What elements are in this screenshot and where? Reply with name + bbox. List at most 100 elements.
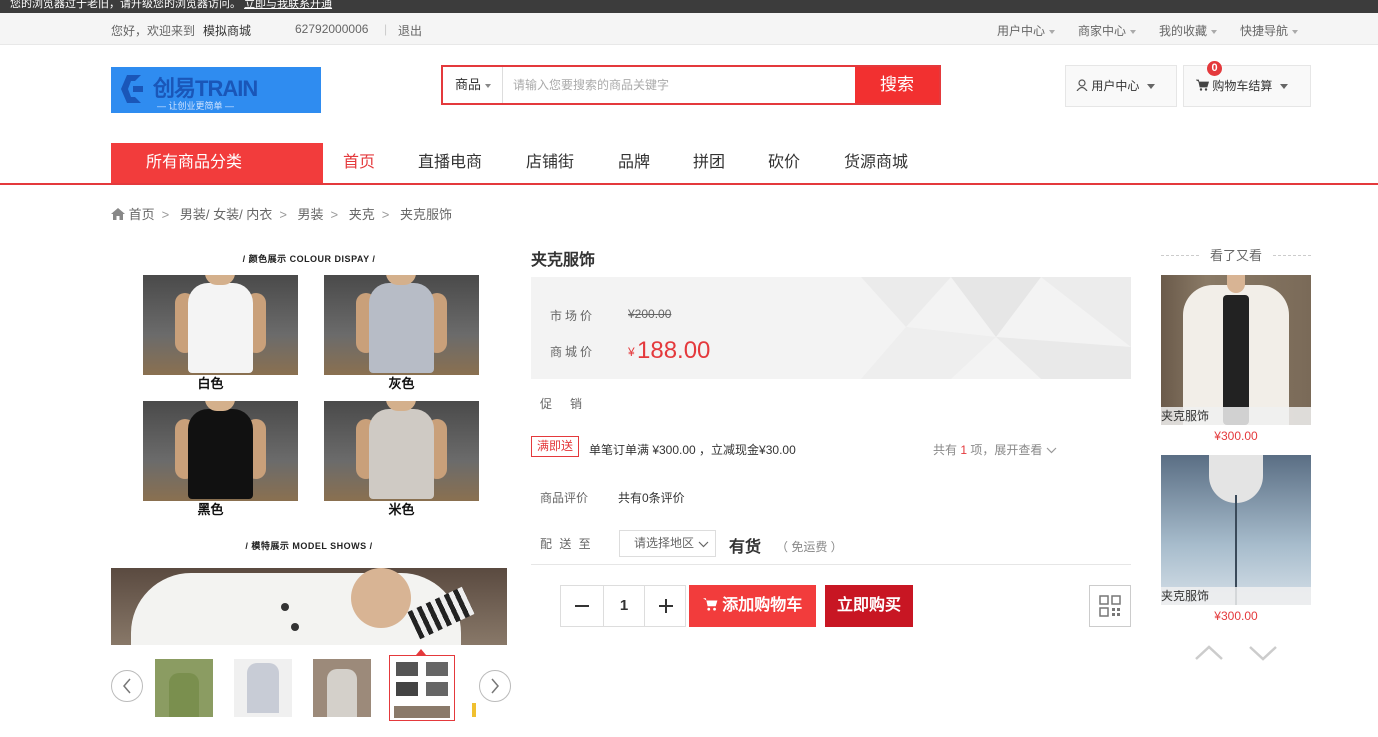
review-count-link[interactable]: 共有0条评价 xyxy=(618,489,685,506)
logo-mark-icon xyxy=(121,75,143,103)
thumbnail-selected-indicator xyxy=(416,649,426,655)
caret-down-icon xyxy=(1280,84,1289,90)
quantity-increase-button[interactable] xyxy=(645,586,687,626)
qr-code-icon xyxy=(1099,595,1121,617)
nav-source-mall[interactable]: 货源商城 xyxy=(844,143,908,183)
breadcrumb-separator: > xyxy=(381,207,390,222)
home-icon xyxy=(111,208,125,220)
market-price-label: 市场价 xyxy=(550,309,596,323)
region-select-label: 请选择地区 xyxy=(634,536,695,550)
search-input[interactable] xyxy=(503,67,857,103)
search-category-label: 商品 xyxy=(455,77,482,92)
caret-down-icon xyxy=(1049,29,1056,34)
logout-link[interactable]: 退出 xyxy=(398,22,422,39)
sidebar-scroll-down-button[interactable] xyxy=(1248,641,1278,665)
model-photo xyxy=(111,568,507,645)
product-main-image[interactable]: / 颜色展示 COLOUR DISPAY / 白色 灰色 黑色 米色 / 模特展… xyxy=(111,243,507,645)
buy-now-button[interactable]: 立即购买 xyxy=(825,585,913,627)
breadcrumb-category[interactable]: 男装/ 女装/ 内衣 xyxy=(180,207,272,222)
review-label: 商品评价 xyxy=(540,491,589,505)
region-select[interactable]: 请选择地区 xyxy=(619,530,716,557)
minus-icon xyxy=(575,605,589,607)
user-center-button[interactable]: 用户中心 xyxy=(1065,65,1177,107)
chevron-up-icon xyxy=(1195,645,1223,660)
shipping-note: （ 免运费 ） xyxy=(776,540,843,554)
quantity-input[interactable]: 1 xyxy=(603,586,645,626)
nav-home[interactable]: 首页 xyxy=(343,143,375,183)
search-category-select[interactable]: 商品 xyxy=(443,67,503,103)
breadcrumb-home[interactable]: 首页 xyxy=(129,207,155,222)
chevron-down-icon xyxy=(1046,447,1057,454)
caret-down-icon xyxy=(1211,29,1218,34)
color-label: 米色 xyxy=(388,502,415,517)
thumbnail-green[interactable] xyxy=(155,659,213,717)
caret-down-icon xyxy=(485,83,492,88)
breadcrumb-current: 夹克服饰 xyxy=(400,207,453,222)
user-center-label: 用户中心 xyxy=(1091,79,1140,93)
sidebar-scroll-up-button[interactable] xyxy=(1194,641,1224,665)
divider xyxy=(531,564,1131,565)
breadcrumb-separator: > xyxy=(330,207,339,222)
product-title: 夹克服饰 xyxy=(531,252,596,269)
thumbnail-partial xyxy=(472,703,476,717)
greeting-text: 您好，欢迎来到 xyxy=(111,24,196,38)
sidebar-item-image[interactable] xyxy=(1161,455,1311,605)
quantity-decrease-button[interactable] xyxy=(561,586,603,626)
add-to-cart-button[interactable]: 添加购物车 xyxy=(689,585,816,627)
color-label: 灰色 xyxy=(388,376,415,391)
top-bar: 您好，欢迎来到 模拟商城 62792000006 | 退出 用户中心 商家中心 … xyxy=(0,13,1378,45)
promo-tag: 满即送 xyxy=(531,436,580,457)
thumbnail-prev-button[interactable] xyxy=(111,670,143,702)
promo-more-prefix: 共有 xyxy=(933,443,958,457)
topmenu-quick-nav[interactable]: 快捷导航 xyxy=(1240,22,1299,39)
breadcrumb-separator: > xyxy=(161,207,170,222)
user-icon xyxy=(1076,79,1088,92)
topmenu-merchant-center[interactable]: 商家中心 xyxy=(1078,22,1137,39)
notice-link[interactable]: 立即与我联系开通 xyxy=(244,0,332,10)
cart-button[interactable]: 购物车结算 xyxy=(1183,65,1311,107)
color-label: 黑色 xyxy=(197,502,224,517)
nav-group-buy[interactable]: 拼团 xyxy=(693,143,725,183)
sidebar-item-price: ¥300.00 xyxy=(1214,609,1258,623)
sidebar-title: 看了又看 xyxy=(1161,245,1311,264)
topmenu-label: 商家中心 xyxy=(1078,24,1127,38)
nav-bargain[interactable]: 砍价 xyxy=(768,143,800,183)
nav-live-commerce[interactable]: 直播电商 xyxy=(418,143,482,183)
all-categories-button[interactable]: 所有商品分类 xyxy=(111,143,323,183)
qr-code-button[interactable] xyxy=(1089,585,1131,627)
model-display-heading: / 模特展示 MODEL SHOWS / xyxy=(245,541,373,551)
thumbnail-beige[interactable] xyxy=(313,659,371,717)
promo-expand-link[interactable]: 共有 1 项，展开查看 xyxy=(933,441,1057,458)
sidebar-item-name[interactable]: 夹克服饰 xyxy=(1161,587,1311,605)
thumbnail-next-button[interactable] xyxy=(479,670,511,702)
logo-slogan: — 让创业更简单 — xyxy=(157,101,235,111)
breadcrumb-subcategory[interactable]: 男装 xyxy=(298,207,324,222)
sidebar-item-name[interactable]: 夹克服饰 xyxy=(1161,407,1311,425)
thumbnail-gray[interactable] xyxy=(234,659,292,717)
topmenu-favorites[interactable]: 我的收藏 xyxy=(1159,22,1218,39)
chevron-left-icon xyxy=(123,678,131,694)
stock-status: 有货 xyxy=(729,539,762,556)
color-swatch-white xyxy=(143,275,298,375)
sidebar-item-price: ¥300.00 xyxy=(1214,429,1258,443)
promo-text: 单笔订单满 ¥300.00 ，立减现金¥30.00 xyxy=(589,443,796,457)
chevron-right-icon xyxy=(491,678,499,694)
site-logo[interactable]: 创易TRAIN — 让创业更简单 — xyxy=(111,67,321,113)
sidebar-item-image[interactable] xyxy=(1161,275,1311,425)
topmenu-user-center[interactable]: 用户中心 xyxy=(997,22,1056,39)
chevron-down-icon xyxy=(698,541,709,548)
notice-text: 您的浏览器过于老旧，请升级您的浏览器访问。 xyxy=(10,0,241,10)
color-display-heading: / 颜色展示 COLOUR DISPAY / xyxy=(242,254,376,264)
search-button[interactable]: 搜索 xyxy=(855,67,939,103)
nav-shop-street[interactable]: 店铺街 xyxy=(526,143,574,183)
thumbnail-colors-selected[interactable] xyxy=(389,655,455,721)
cart-label: 购物车结算 xyxy=(1212,79,1273,93)
nav-brand[interactable]: 品牌 xyxy=(618,143,650,183)
breadcrumb-leaf[interactable]: 夹克 xyxy=(349,207,375,222)
shop-name-link[interactable]: 模拟商城 xyxy=(203,22,251,39)
shop-price-label: 商城价 xyxy=(550,345,596,359)
promo-more-suffix: 项，展开查看 xyxy=(970,443,1043,457)
nav-underline xyxy=(0,183,1378,185)
topmenu-label: 我的收藏 xyxy=(1159,24,1208,38)
promo-label: 促 销 xyxy=(540,397,586,411)
